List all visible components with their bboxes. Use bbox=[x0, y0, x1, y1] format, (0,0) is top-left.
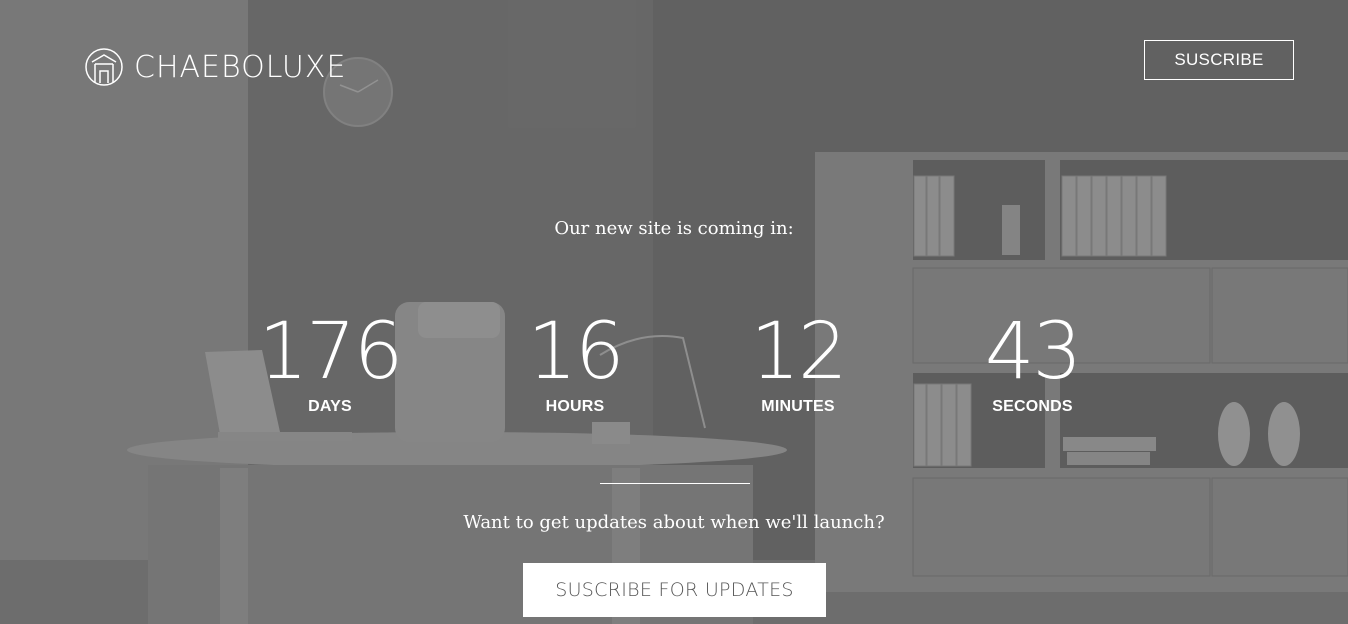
countdown-minutes: 12 MINUTES bbox=[728, 305, 868, 416]
countdown-timer: 176 DAYS 16 HOURS 12 MINUTES 43 SECONDS bbox=[0, 305, 1348, 425]
brand-name: CHAEBOLUXE bbox=[134, 49, 347, 85]
updates-prompt: Want to get updates about when we'll lau… bbox=[463, 512, 885, 533]
countdown-days: 176 DAYS bbox=[250, 305, 410, 416]
countdown-minutes-value: 12 bbox=[750, 307, 847, 397]
countdown-seconds: 43 SECONDS bbox=[950, 305, 1115, 416]
countdown-seconds-label: SECONDS bbox=[992, 398, 1073, 415]
subscribe-for-updates-button[interactable]: SUSCRIBE FOR UPDATES bbox=[523, 563, 826, 617]
home-ring-icon bbox=[85, 48, 123, 86]
subscribe-button[interactable]: SUSCRIBE bbox=[1144, 40, 1294, 80]
coming-soon-tagline: Our new site is coming in: bbox=[554, 218, 794, 239]
section-divider bbox=[600, 483, 750, 484]
countdown-hours: 16 HOURS bbox=[505, 305, 645, 416]
countdown-days-value: 176 bbox=[258, 307, 404, 397]
countdown-days-label: DAYS bbox=[308, 398, 352, 415]
countdown-seconds-value: 43 bbox=[984, 307, 1082, 397]
countdown-hours-value: 16 bbox=[527, 307, 624, 397]
brand-logo[interactable]: CHAEBOLUXE bbox=[84, 47, 346, 87]
countdown-minutes-label: MINUTES bbox=[761, 398, 835, 415]
countdown-hours-label: HOURS bbox=[545, 398, 605, 415]
